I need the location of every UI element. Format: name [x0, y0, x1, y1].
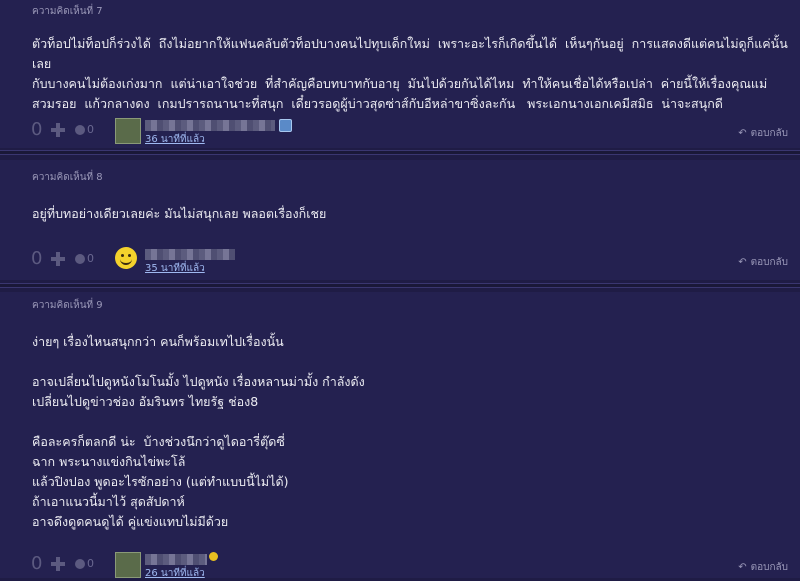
avatar-icon[interactable]: [115, 247, 137, 269]
reply-label: ตอบกลับ: [750, 257, 788, 268]
vote-count: 0: [31, 553, 43, 574]
reply-arrow-icon: ↶: [738, 562, 747, 573]
timestamp-link[interactable]: 26 นาทีที่แล้ว: [145, 566, 205, 581]
comment-9: ความคิดเห็นที่ 9 ง่ายๆ เรื่องไหนสนุกกว่า…: [0, 292, 800, 581]
comment-footer: 0 0 36 นาทีที่แล้ว ↶ ตอบกลับ: [0, 118, 800, 147]
avatar-icon[interactable]: [115, 552, 141, 578]
username-blurred[interactable]: [145, 554, 207, 565]
comment-8: ความคิดเห็นที่ 8 อยู่ที่บทอย่างเดียวเลยค…: [0, 160, 800, 280]
reply-arrow-icon: ↶: [738, 257, 747, 268]
plus-icon[interactable]: [50, 122, 66, 138]
avatar-icon[interactable]: [115, 118, 141, 144]
plus-icon[interactable]: [50, 251, 66, 267]
smiley-icon: [209, 552, 218, 561]
comment-body: ตัวท็อปไม่ท็อปก็ร่วงได้ ถึงไม่อยากให้แฟน…: [32, 36, 788, 111]
comment-footer: 0 0 35 นาทีที่แล้ว ↶ ตอบกลับ: [0, 247, 800, 276]
comment-label: ความคิดเห็นที่ 9: [32, 300, 103, 311]
emotion-count: 0: [87, 557, 94, 570]
reply-label: ตอบกลับ: [750, 128, 788, 139]
reply-button[interactable]: ↶ ตอบกลับ: [738, 255, 788, 270]
comment-footer: 0 0 26 นาทีที่แล้ว ↶ ตอบกลับ: [0, 552, 800, 581]
reply-button[interactable]: ↶ ตอบกลับ: [738, 560, 788, 575]
comment-label: ความคิดเห็นที่ 8: [32, 172, 103, 183]
badge-icon: [279, 119, 292, 132]
reply-arrow-icon: ↶: [738, 128, 747, 139]
username-blurred[interactable]: [145, 120, 275, 131]
comment-separator: [0, 283, 800, 288]
comment-body: ง่ายๆ เรื่องไหนสนุกกว่า คนก็พร้อมเทไปเรื…: [32, 334, 365, 529]
emotion-icon[interactable]: [75, 254, 85, 264]
emotion-count: 0: [87, 252, 94, 265]
plus-icon[interactable]: [50, 556, 66, 572]
comment-7: ความคิดเห็นที่ 7 ตัวท็อปไม่ท็อปก็ร่วงได้…: [0, 0, 800, 148]
reply-button[interactable]: ↶ ตอบกลับ: [738, 126, 788, 141]
reply-label: ตอบกลับ: [750, 562, 788, 573]
username-blurred[interactable]: [145, 249, 235, 260]
emotion-icon[interactable]: [75, 125, 85, 135]
timestamp-link[interactable]: 35 นาทีที่แล้ว: [145, 261, 205, 276]
comment-separator: [0, 150, 800, 155]
comment-body: อยู่ที่บทอย่างเดียวเลยค่ะ มันไม่สนุกเลย …: [32, 206, 327, 221]
emotion-count: 0: [87, 123, 94, 136]
timestamp-link[interactable]: 36 นาทีที่แล้ว: [145, 132, 205, 147]
comment-label: ความคิดเห็นที่ 7: [32, 6, 103, 17]
vote-count: 0: [31, 119, 43, 140]
vote-count: 0: [31, 248, 43, 269]
emotion-icon[interactable]: [75, 559, 85, 569]
